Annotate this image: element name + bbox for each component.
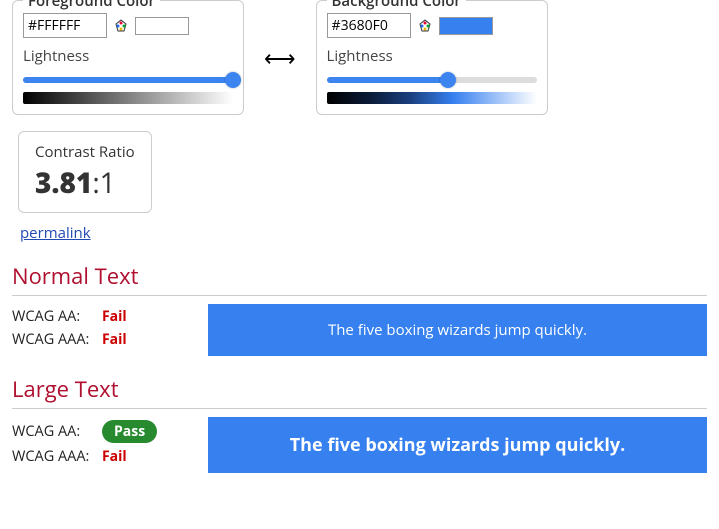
background-lightness-label: Lightness: [327, 46, 537, 66]
background-panel: Background Color Lightness: [316, 0, 548, 115]
foreground-swatch[interactable]: [135, 17, 189, 35]
background-gradient: [327, 92, 537, 104]
large-sample: The five boxing wizards jump quickly.: [208, 417, 707, 473]
wcag-aaa-label: WCAG AAA:: [12, 447, 102, 466]
slider-thumb[interactable]: [225, 72, 241, 88]
normal-aaa-result: Fail: [102, 330, 127, 349]
color-picker-icon[interactable]: [417, 18, 433, 34]
normal-text-heading: Normal Text: [12, 261, 707, 296]
large-text-heading: Large Text: [12, 374, 707, 409]
background-swatch[interactable]: [439, 17, 493, 35]
wcag-aa-label: WCAG AA:: [12, 422, 102, 441]
large-aaa-result: Fail: [102, 447, 127, 466]
foreground-heading: Foreground Color: [23, 0, 160, 11]
normal-aa-result: Fail: [102, 307, 127, 326]
large-aa-result: Pass: [102, 420, 157, 443]
foreground-lightness-label: Lightness: [23, 46, 233, 66]
background-hex-input[interactable]: [327, 13, 411, 38]
foreground-panel: Foreground Color Lightness: [12, 0, 244, 115]
large-text-section: Large Text WCAG AA: Pass WCAG AAA: Fail …: [0, 374, 719, 473]
swap-arrow-icon[interactable]: ⟷: [264, 43, 296, 73]
normal-sample: The five boxing wizards jump quickly.: [208, 304, 707, 356]
wcag-aa-label: WCAG AA:: [12, 307, 102, 326]
color-picker-icon[interactable]: [113, 18, 129, 34]
normal-text-section: Normal Text WCAG AA: Fail WCAG AAA: Fail…: [0, 261, 719, 356]
contrast-value: 3.81:1: [35, 164, 135, 202]
background-lightness-slider[interactable]: [327, 72, 537, 88]
contrast-ratio-box: Contrast Ratio 3.81:1: [18, 131, 152, 213]
contrast-title: Contrast Ratio: [35, 142, 135, 162]
foreground-hex-input[interactable]: [23, 13, 107, 38]
slider-fill: [327, 77, 449, 83]
foreground-lightness-slider[interactable]: [23, 72, 233, 88]
slider-thumb[interactable]: [440, 72, 456, 88]
permalink-link[interactable]: permalink: [20, 223, 91, 243]
wcag-aaa-label: WCAG AAA:: [12, 330, 102, 349]
foreground-gradient: [23, 92, 233, 104]
slider-fill: [23, 77, 233, 83]
background-heading: Background Color: [327, 0, 466, 11]
